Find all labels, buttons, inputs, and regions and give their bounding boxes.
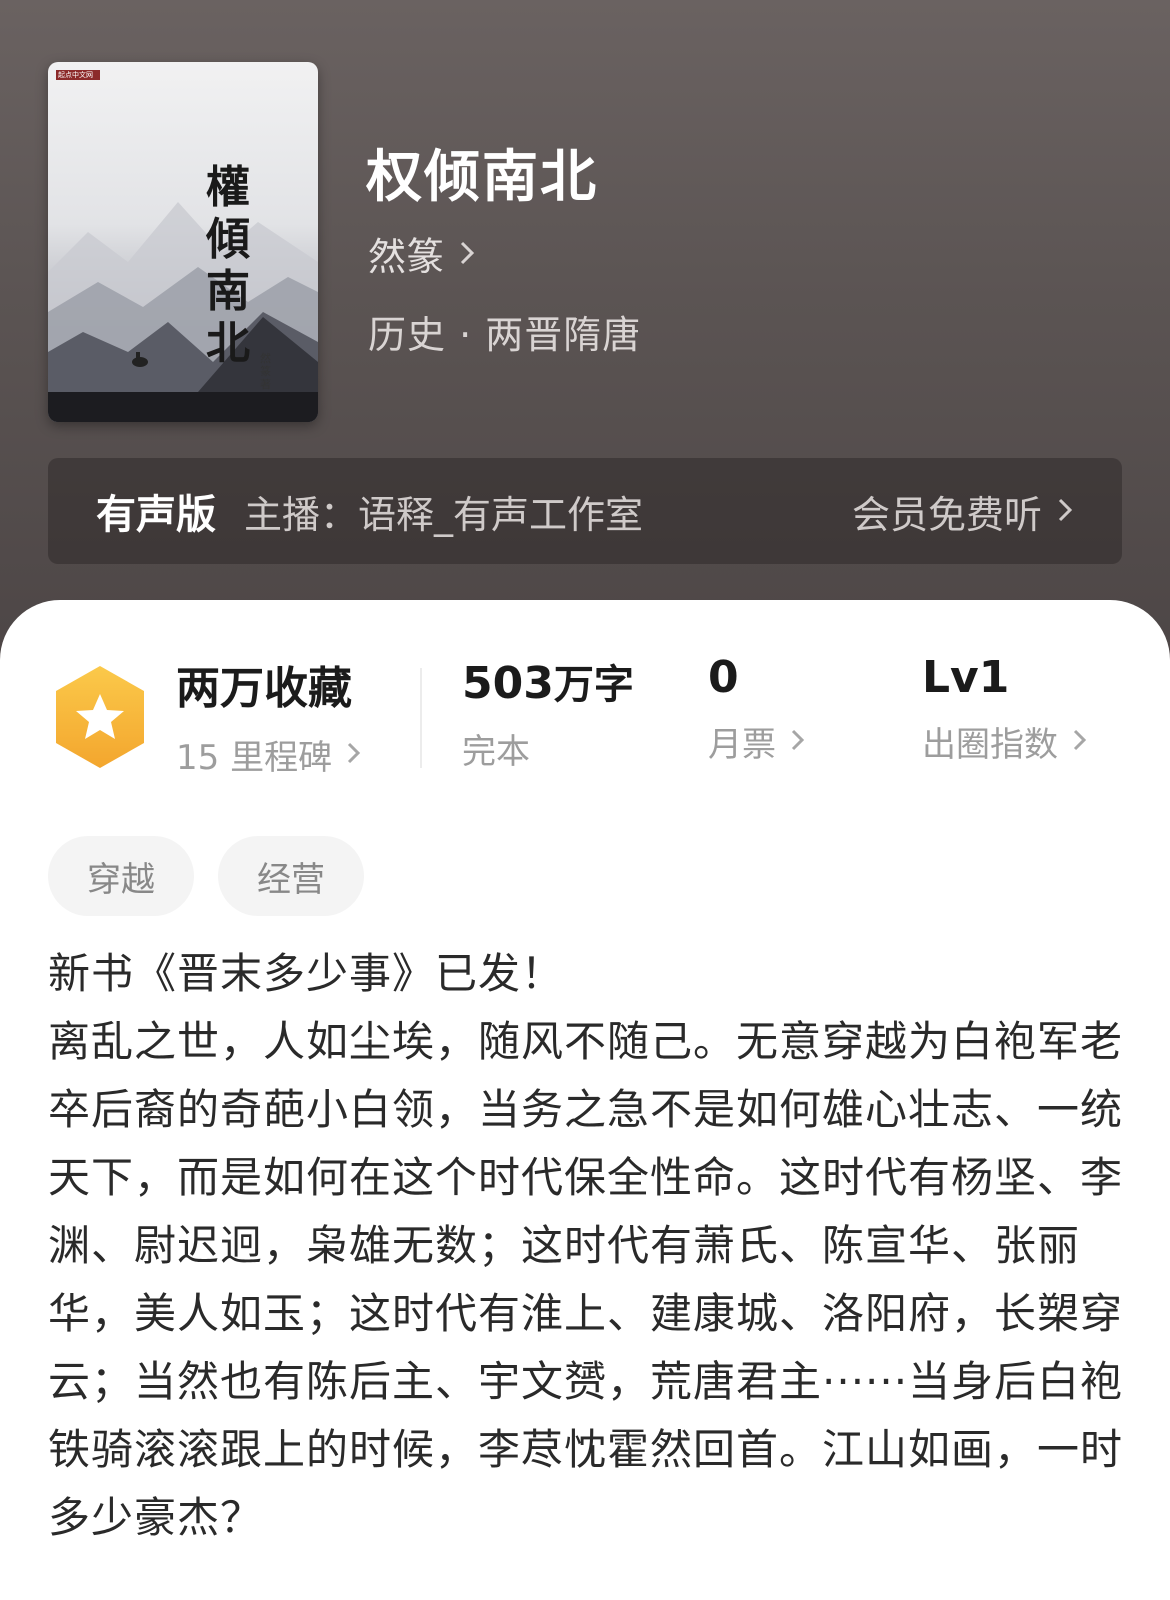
cover-mountains-art [48,202,318,422]
monthly-votes-value: 0 [708,652,739,703]
chevron-right-icon [790,722,806,762]
favorites-stat[interactable]: 两万收藏 15 里程碑 [176,652,362,779]
description-announcement: 新书《晋末多少事》已发！ [48,949,565,998]
word-count-value: 503 [462,658,554,709]
chevron-right-icon [346,735,362,775]
chevron-right-icon [1072,722,1088,762]
book-header: 起点中文网 權傾南北 然篆 著 权倾南北 然篆 历史 · 两晋隋唐 有声版 主播… [0,0,1170,660]
popularity-index-stat[interactable]: Lv1 出圈指数 [922,652,1088,766]
word-count-unit: 万字 [553,662,634,708]
book-cover-image[interactable]: 起点中文网 權傾南北 然篆 著 [48,62,318,422]
word-count-stat: 503万字 完本 [462,652,634,773]
star-badge-icon [52,664,148,774]
member-free-listen-label: 会员免费听 [851,492,1042,537]
cover-publisher-mark: 起点中文网 [56,70,100,80]
popularity-index-label: 出圈指数 [922,725,1058,765]
milestone-count: 15 里程碑 [176,738,333,778]
member-free-listen-link[interactable]: 会员免费听 [852,484,1074,539]
favorites-count: 两万收藏 [176,663,352,714]
cover-author-text: 然篆 著 [260,352,271,391]
cover-title-text: 權傾南北 [206,162,250,369]
author-name: 然篆 [368,235,445,279]
tag-chip[interactable]: 穿越 [48,836,194,916]
audio-edition-bar[interactable]: 有声版 主播：语释_有声工作室 会员免费听 [48,458,1122,564]
book-title: 权倾南北 [366,145,598,210]
monthly-votes-label: 月票 [708,725,776,765]
audio-edition-label: 有声版 [96,492,216,538]
audio-host-text: 主播：语释_有声工作室 [244,492,644,537]
completion-status: 完本 [462,732,530,772]
book-info-panel: 两万收藏 15 里程碑 503万字 完本 0 月票 Lv1 出圈指数 穿越 经营… [0,600,1170,1600]
tag-chip[interactable]: 经营 [218,836,364,916]
tag-list: 穿越 经营 [48,836,364,916]
author-link[interactable]: 然篆 [368,226,476,281]
stats-divider [420,668,422,768]
book-genre: 历史 · 两晋隋唐 [368,313,642,357]
description-body: 离乱之世，人如尘埃，随风不随己。无意穿越为白袍军老卒后裔的奇葩小白领，当务之急不… [48,1017,1124,1542]
popularity-level-value: Lv1 [922,652,1010,703]
monthly-votes-stat[interactable]: 0 月票 [708,652,806,766]
chevron-right-icon [1056,489,1074,533]
book-description[interactable]: 新书《晋末多少事》已发！ 离乱之世，人如尘埃，随风不随己。无意穿越为白袍军老卒后… [48,940,1138,1552]
chevron-right-icon [458,232,476,276]
